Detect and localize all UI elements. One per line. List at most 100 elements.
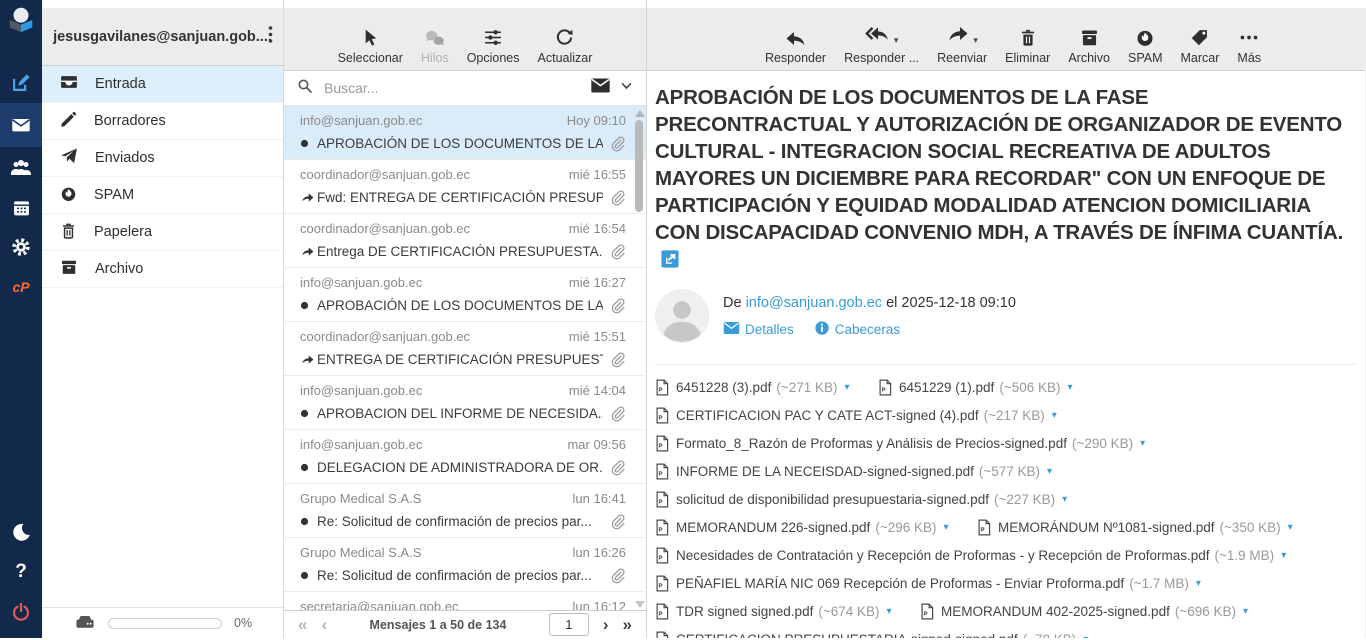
threads-icon [423,27,446,48]
attachment-item[interactable]: Necesidades de Contratación y Recepción … [655,541,1355,569]
sidebar-item-enviados[interactable]: Enviados [42,140,283,177]
select-button[interactable]: Seleccionar [329,27,412,65]
page-number-input[interactable] [549,613,589,636]
attachment-download-caret[interactable]: ▾ [1196,578,1201,589]
sidebar-item-entrada[interactable]: Entrada [42,66,283,103]
message-subject: DELEGACION DE ADMINISTRADORA DE OR... [317,460,603,475]
attachment-download-caret[interactable]: ▾ [845,382,850,393]
attachment-download-caret[interactable]: ▾ [1047,466,1052,477]
attachment-download-caret[interactable]: ▾ [1052,410,1057,421]
list-item[interactable]: info@sanjuan.gob.ec mar 09:56 DELEGACION… [284,430,646,484]
chevron-down-icon[interactable] [619,78,634,98]
mail-filter-icon[interactable] [590,77,611,99]
sidebar-item-spam[interactable]: SPAM [42,177,283,214]
attachment-download-caret[interactable]: ▾ [1281,550,1286,561]
attachment-size: (~78 KB) [1023,632,1077,639]
attachment-download-caret[interactable]: ▾ [1062,494,1067,505]
headers-link[interactable]: Cabeceras [814,320,900,339]
pdf-file-icon [655,547,669,564]
attachment-item[interactable]: CERTIFICACION PAC Y CATE ACT-signed (4).… [655,401,1355,429]
list-item[interactable]: secretaria@sanjuan.gob.ec lun 16:12 [284,592,646,610]
attachment-item[interactable]: CERTIFICACION PRESUPUESTARIA-signed-sign… [655,625,1355,638]
attachment-download-caret[interactable]: ▾ [1288,522,1293,533]
reply-all-button[interactable]: ▾ Responder ... [835,23,928,65]
forward-icon [946,23,970,48]
attachment-item[interactable]: TDR signed signed.pdf (~674 KB) ▾ [655,597,892,625]
forward-dropdown-caret[interactable]: ▾ [973,35,978,46]
list-toolbar: Seleccionar Hilos [284,8,646,71]
list-item[interactable]: info@sanjuan.gob.ec mié 16:27 APROBACIÓN… [284,268,646,322]
message-subject: Fwd: ENTREGA DE CERTIFICACIÓN PRESUP... [317,190,603,205]
message-meta: info@sanjuan.gob.ec mié 16:27 [300,275,626,290]
reply-all-dropdown-caret[interactable]: ▾ [894,35,899,46]
list-item[interactable]: coordinador@sanjuan.gob.ec mié 16:54 Ent… [284,214,646,268]
compose-icon[interactable] [0,63,42,103]
refresh-button[interactable]: Actualizar [529,27,602,65]
attachment-name: Necesidades de Contratación y Recepción … [676,548,1210,563]
forward-button[interactable]: ▾ Reenviar [928,23,996,65]
list-item[interactable]: Grupo Medical S.A.S lun 16:41 Re: Solici… [284,484,646,538]
calendar-icon[interactable] [0,187,42,227]
sidebar-item-papelera[interactable]: Papelera [42,214,283,251]
attachment-item[interactable]: INFORME DE LA NECEISDAD-signed-signed.pd… [655,457,1355,485]
sidebar-item-archivo[interactable]: Archivo [42,251,283,288]
last-page-button[interactable]: » [623,616,632,633]
pdf-file-icon [655,463,669,480]
attachment-name: MEMORANDUM 402-2025-signed.pdf [941,604,1170,619]
attachment-size: (~217 KB) [984,408,1045,423]
scroll-thumb[interactable] [635,120,643,212]
attachment-download-caret[interactable]: ▾ [944,522,949,533]
attachment-item[interactable]: 6451228 (3).pdf (~271 KB) ▾ [655,373,850,401]
attachment-item[interactable]: 6451229 (1).pdf (~506 KB) ▾ [878,373,1073,401]
open-external-icon[interactable] [661,248,679,275]
logout-power-icon[interactable] [0,592,42,632]
list-item[interactable]: Grupo Medical S.A.S lun 16:26 Re: Solici… [284,538,646,592]
archive-button[interactable]: Archivo [1059,27,1119,65]
reply-button[interactable]: Responder [756,28,835,65]
options-button[interactable]: Opciones [458,27,529,65]
attachment-size: (~696 KB) [1175,604,1236,619]
attachment-download-caret[interactable]: ▾ [887,606,892,617]
scroll-up-arrow[interactable] [635,110,645,117]
threads-button[interactable]: Hilos [412,27,458,65]
attachment-download-caret[interactable]: ▾ [1083,634,1088,639]
more-button[interactable]: Más [1228,27,1270,65]
attachment-item[interactable]: MEMORANDUM 402-2025-signed.pdf (~696 KB)… [920,597,1248,625]
attachment-download-caret[interactable]: ▾ [1140,438,1145,449]
message-list: info@sanjuan.gob.ec Hoy 09:10 APROBACIÓN… [284,106,646,610]
list-item[interactable]: info@sanjuan.gob.ec mié 14:04 APROBACION… [284,376,646,430]
prev-page-button[interactable]: ‹ [321,616,327,633]
cpanel-icon[interactable]: cP [0,267,42,307]
attachment-item[interactable]: MEMORANDUM 226-signed.pdf (~296 KB) ▾ [655,513,949,541]
dark-mode-moon-icon[interactable] [0,512,42,552]
message-subject-row: DELEGACION DE ADMINISTRADORA DE OR... [300,459,626,476]
attachment-item[interactable]: solicitud de disponibilidad presupuestar… [655,485,1355,513]
attachment-item[interactable]: PEÑAFIEL MARÍA NIC 069 Recepción de Prof… [655,569,1355,597]
delete-button[interactable]: Eliminar [996,27,1059,65]
tag-button[interactable]: Marcar [1172,27,1229,65]
account-menu-kebab-icon[interactable] [264,21,277,52]
scroll-down-arrow[interactable] [635,601,645,608]
from-email-link[interactable]: info@sanjuan.gob.ec [746,295,882,311]
next-page-button[interactable]: › [603,616,609,633]
settings-gear-icon[interactable] [0,227,42,267]
spam-button[interactable]: SPAM [1119,27,1172,65]
contacts-icon[interactable] [0,147,42,187]
list-scrollbar[interactable] [633,108,645,610]
attachment-item[interactable]: MEMORÁNDUM Nº1081-signed.pdf (~350 KB) ▾ [977,513,1293,541]
attachment-download-caret[interactable]: ▾ [1067,382,1072,393]
search-input[interactable] [322,79,582,97]
disk-icon [74,612,96,635]
attachment-download-caret[interactable]: ▾ [1243,606,1248,617]
quota-progress [108,618,222,629]
help-icon[interactable]: ? [0,552,42,592]
paperclip-icon [609,189,626,206]
list-item[interactable]: coordinador@sanjuan.gob.ec mié 15:51 ENT… [284,322,646,376]
mail-icon[interactable] [0,103,42,147]
details-link[interactable]: Detalles [723,320,794,339]
attachment-item[interactable]: Formato_8_Razón de Proformas y Análisis … [655,429,1355,457]
list-item[interactable]: info@sanjuan.gob.ec Hoy 09:10 APROBACIÓN… [284,106,646,160]
list-item[interactable]: coordinador@sanjuan.gob.ec mié 16:55 Fwd… [284,160,646,214]
first-page-button[interactable]: « [298,616,307,633]
sidebar-item-borradores[interactable]: Borradores [42,103,283,140]
